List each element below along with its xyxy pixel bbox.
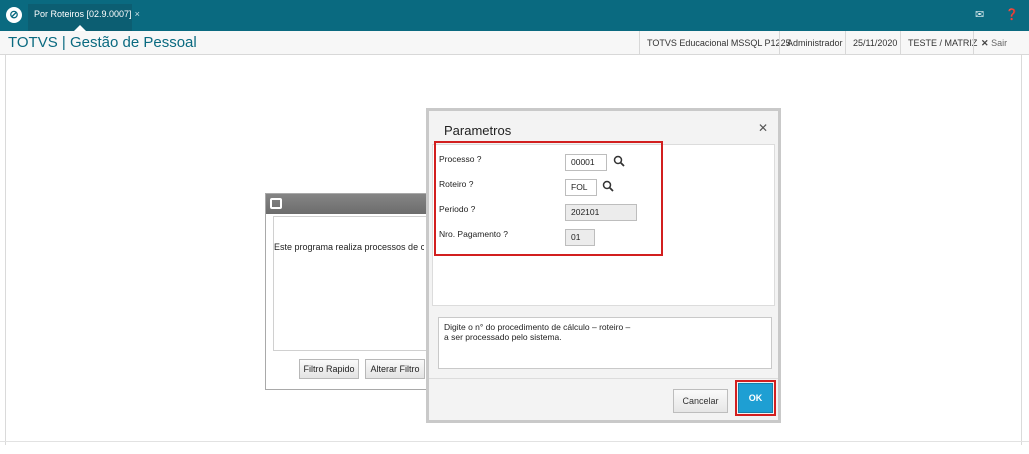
background-window-titlebar — [266, 194, 434, 214]
tab-por-roteiros[interactable]: Por Roteiros [02.9.0007] × — [28, 4, 140, 31]
dialog-header: Parametros ✕ — [429, 111, 778, 143]
company-label[interactable]: TESTE / MATRIZ — [900, 31, 984, 55]
mail-icon[interactable]: ✉ — [975, 8, 984, 21]
environment-label[interactable]: TOTVS Educacional MSSQL P1225 — [639, 31, 798, 55]
dialog-title: Parametros — [444, 123, 512, 138]
background-window: Este programa realiza processos de c Fil… — [265, 193, 443, 390]
background-window-panel — [273, 216, 443, 351]
filtro-rapido-button[interactable]: Filtro Rapido — [299, 359, 359, 379]
content-border-left — [5, 55, 6, 445]
app-title: TOTVS | Gestão de Pessoal — [8, 34, 197, 51]
close-icon: ✕ — [981, 38, 989, 48]
exit-label: Sair — [991, 38, 1008, 48]
search-icon[interactable] — [613, 155, 625, 167]
processo-field[interactable]: 00001 — [565, 154, 607, 171]
nro-pagamento-field[interactable]: 01 — [565, 229, 595, 246]
roteiro-field[interactable]: FOL — [565, 179, 597, 196]
ok-button[interactable]: OK — [738, 383, 773, 413]
tab-close-icon[interactable]: × — [135, 9, 140, 19]
search-icon[interactable] — [602, 180, 614, 192]
periodo-label: Periodo ? — [439, 204, 476, 214]
periodo-field[interactable]: 202101 — [565, 204, 637, 221]
help-line: a ser processado pelo sistema. — [444, 332, 562, 342]
processo-label: Processo ? — [439, 154, 482, 164]
exit-button[interactable]: ✕ Sair — [973, 31, 1014, 55]
user-label[interactable]: Administrador — [779, 31, 850, 55]
nro-pagamento-label: Nro. Pagamento ? — [439, 229, 508, 239]
content-border-right — [1021, 55, 1022, 445]
app-header: TOTVS | Gestão de Pessoal TOTVS Educacio… — [0, 31, 1029, 55]
alterar-filtro-button[interactable]: Alterar Filtro — [365, 359, 425, 379]
roteiro-label: Roteiro ? — [439, 179, 474, 189]
help-line: Digite o n° do procedimento de cálculo –… — [444, 322, 631, 332]
top-bar: ⊘ Por Roteiros [02.9.0007] × ✉ ❓ — [0, 0, 1029, 31]
parametros-dialog: Parametros ✕ Processo ? 00001 Roteiro ? … — [426, 108, 781, 423]
tab-label: Por Roteiros [02.9.0007] — [34, 9, 132, 19]
window-icon — [270, 198, 282, 209]
cancel-button[interactable]: Cancelar — [673, 389, 728, 413]
content-border-bottom — [0, 441, 1029, 442]
date-label[interactable]: 25/11/2020 — [845, 31, 904, 55]
program-description: Este programa realiza processos de c — [274, 242, 424, 252]
help-text-box: Digite o n° do procedimento de cálculo –… — [438, 317, 772, 369]
close-icon[interactable]: ✕ — [758, 121, 768, 135]
help-icon[interactable]: ❓ — [1005, 8, 1019, 21]
totvs-logo-icon[interactable]: ⊘ — [6, 7, 22, 23]
